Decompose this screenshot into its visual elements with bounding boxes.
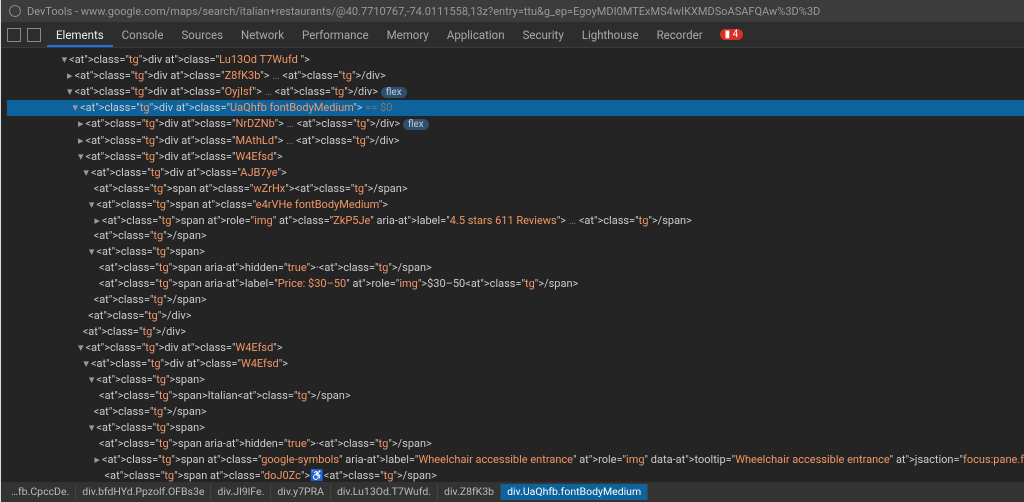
dom-line[interactable]: <at">class="tg">/span> xyxy=(7,292,1024,308)
devtools-title: DevTools - www.google.com/maps/search/it… xyxy=(27,5,1024,18)
tab-lighthouse[interactable]: Lighthouse xyxy=(573,23,648,47)
breadcrumb[interactable]: …fb.CpccDe.div.bfdHYd.Ppzolf.OFBs3ediv.J… xyxy=(1,482,1024,502)
crumb[interactable]: div.Lu13Od.T7Wufd. xyxy=(331,484,438,499)
dom-line[interactable]: <at">class="tg">span aria-at">label="Pri… xyxy=(7,276,1024,292)
dom-line[interactable]: <at">class="tg">span aria-at">hidden="tr… xyxy=(7,260,1024,276)
dom-line[interactable]: ▾<at">class="tg">div at">class="OyjIsf">… xyxy=(7,84,1024,101)
dom-line[interactable]: <at">class="tg">/span> xyxy=(7,404,1024,420)
tab-memory[interactable]: Memory xyxy=(378,23,438,47)
inspect-icon[interactable] xyxy=(7,28,21,42)
tab-console[interactable]: Console xyxy=(113,23,173,47)
dom-line[interactable]: ▸<at">class="tg">div at">class="NrDZNb">… xyxy=(7,116,1024,133)
dom-line[interactable]: ▾<at">class="tg">div at">class="AJB7ye"> xyxy=(7,165,1024,181)
crumb[interactable]: div.UaQhfb.fontBodyMedium xyxy=(501,484,648,499)
dom-line[interactable]: <at">class="tg">/span> xyxy=(7,228,1024,244)
tab-network[interactable]: Network xyxy=(232,23,293,47)
error-badge[interactable]: ▮ 4 xyxy=(720,29,744,40)
crumb[interactable]: div.y7PRA xyxy=(271,484,331,499)
dom-line[interactable]: ▾<at">class="tg">span> xyxy=(7,420,1024,436)
device-icon[interactable] xyxy=(27,28,41,42)
tab-elements[interactable]: Elements xyxy=(47,23,113,47)
dom-line[interactable]: ▾<at">class="tg">span> xyxy=(7,372,1024,388)
tab-recorder[interactable]: Recorder xyxy=(648,23,712,47)
crumb[interactable]: div.bfdHYd.Ppzolf.OFBs3e xyxy=(76,484,211,499)
dom-line[interactable]: ▾<at">class="tg">span at">class="e4rVHe … xyxy=(7,197,1024,213)
devtools-titlebar: DevTools - www.google.com/maps/search/it… xyxy=(1,0,1024,22)
crumb[interactable]: div.JI9lFe. xyxy=(211,484,271,499)
tab-security[interactable]: Security xyxy=(514,23,573,47)
dom-line[interactable]: ▾<at">class="tg">div at">class="W4Efsd"> xyxy=(7,149,1024,165)
dom-line[interactable]: <at">class="tg">span at">class="wZrHx"><… xyxy=(7,181,1024,197)
dom-tree[interactable]: ▾<at">class="tg">div at">class="Lu13Od T… xyxy=(1,48,1024,502)
dom-line[interactable]: ▸<at">class="tg">div at">class="MAthLd">… xyxy=(7,133,1024,149)
devtools-window: DevTools - www.google.com/maps/search/it… xyxy=(1,0,1024,502)
dom-line[interactable]: ▸<at">class="tg">div at">class="Z8fK3b">… xyxy=(7,68,1024,84)
dom-line[interactable]: <at">class="tg">/div> xyxy=(7,324,1024,340)
crumb[interactable]: …fb.CpccDe. xyxy=(5,484,76,499)
tab-application[interactable]: Application xyxy=(438,23,514,47)
crumb[interactable]: div.Z8fK3b xyxy=(438,484,501,499)
dom-line[interactable]: ▸<at">class="tg">span at">role="img" at"… xyxy=(7,213,1024,229)
dom-line[interactable]: <at">class="tg">/div> xyxy=(7,308,1024,324)
dom-line[interactable]: ▾<at">class="tg">div at">class="UaQhfb f… xyxy=(7,100,1024,116)
tab-performance[interactable]: Performance xyxy=(293,23,378,47)
dom-line[interactable]: ▾<at">class="tg">div at">class="W4Efsd"> xyxy=(7,356,1024,372)
dom-line[interactable]: ▾<at">class="tg">span> xyxy=(7,244,1024,260)
dom-line[interactable]: <at">class="tg">span>Italian<at">class="… xyxy=(7,388,1024,404)
devtools-tabs: ElementsConsoleSourcesNetworkPerformance… xyxy=(1,22,1024,48)
dom-line[interactable]: <at">class="tg">span aria-at">hidden="tr… xyxy=(7,436,1024,452)
dom-line[interactable]: ▸<at">class="tg">span at">class="google-… xyxy=(7,452,1024,468)
dom-line[interactable]: ▾<at">class="tg">div at">class="W4Efsd"> xyxy=(7,340,1024,356)
tab-sources[interactable]: Sources xyxy=(172,23,232,47)
dom-line[interactable]: ▾<at">class="tg">div at">class="Lu13Od T… xyxy=(7,52,1024,68)
chrome-icon xyxy=(9,5,21,17)
